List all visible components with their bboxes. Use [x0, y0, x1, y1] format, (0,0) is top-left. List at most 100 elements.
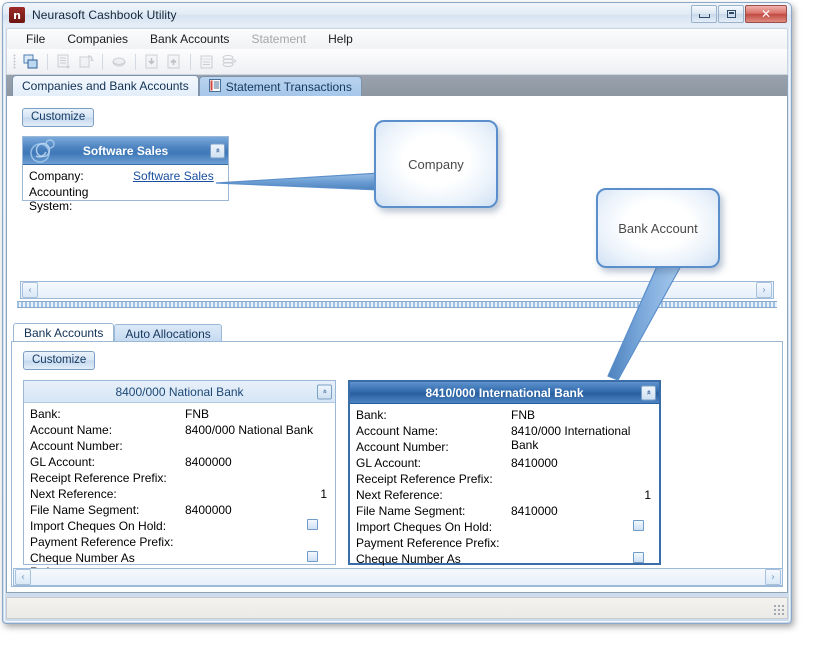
status-bar — [6, 597, 788, 619]
field-value: 8400000 — [185, 455, 329, 469]
field-value: 8410000 — [511, 504, 653, 518]
menu-companies[interactable]: Companies — [56, 30, 139, 48]
field-label: Import Cheques On Hold: — [356, 520, 511, 534]
scroll-right-button[interactable]: › — [765, 569, 781, 585]
company-collapse-button[interactable]: « — [210, 143, 225, 158]
bank-account-card-body: Bank: FNB Account Name: 8410/000 Interna… — [350, 404, 659, 573]
tab-statement-transactions[interactable]: Statement Transactions — [199, 76, 362, 96]
field-label: File Name Segment: — [356, 504, 511, 518]
field-label: Bank: — [356, 408, 511, 422]
company-card[interactable]: Software Sales « Company: Software Sales… — [22, 136, 229, 201]
menu-bar: File Companies Bank Accounts Statement H… — [6, 28, 788, 50]
window-title: Neurasoft Cashbook Utility — [32, 8, 177, 22]
cheque-number-as-reference-checkbox[interactable] — [633, 552, 644, 563]
menu-help[interactable]: Help — [317, 30, 364, 48]
chevron-up-icon: « — [213, 148, 221, 153]
field-row-cheque-number-as-reference: Cheque Number As Reference: — [30, 551, 329, 567]
field-label: Company: — [29, 169, 133, 183]
scroll-right-button[interactable]: › — [756, 282, 772, 298]
field-label: Account Name: — [356, 424, 511, 438]
field-row-gl-account: GL Account: 8410000 — [356, 456, 653, 472]
toolbar-grip[interactable] — [13, 54, 16, 69]
close-icon: ✕ — [761, 7, 771, 21]
sub-tab-auto-allocations[interactable]: Auto Allocations — [114, 324, 221, 342]
bank-account-card-international[interactable]: 8410/000 International Bank « Bank: FNB … — [348, 380, 661, 565]
company-name-link[interactable]: Software Sales — [133, 169, 222, 183]
company-callout-label: Company — [408, 157, 464, 172]
field-row-file-name-segment: File Name Segment: 8410000 — [356, 504, 653, 520]
bank-accounts-horizontal-scrollbar[interactable]: ‹ › — [13, 568, 783, 586]
field-row-payment-reference-prefix: Payment Reference Prefix: — [30, 535, 329, 551]
field-label: Receipt Reference Prefix: — [356, 472, 511, 486]
companies-customize-button[interactable]: Customize — [22, 108, 94, 127]
copy-company-icon — [75, 51, 97, 73]
bank-account-collapse-button[interactable]: « — [641, 385, 656, 400]
document-lines-icon — [209, 79, 221, 95]
minimize-icon — [699, 14, 710, 18]
menu-file[interactable]: File — [15, 30, 56, 48]
maximize-icon — [727, 10, 736, 18]
export-statement-icon — [163, 51, 185, 73]
bank-customize-button[interactable]: Customize — [23, 351, 95, 370]
bank-account-card-header: 8410/000 International Bank « — [350, 382, 659, 404]
bank-account-collapse-button[interactable]: « — [317, 384, 332, 399]
field-row-cheque-number-as-reference: Cheque Number As Reference: — [356, 552, 653, 568]
field-label: Payment Reference Prefix: — [356, 536, 511, 550]
toolbar-separator — [135, 54, 136, 70]
import-cheques-on-hold-checkbox[interactable] — [307, 519, 318, 530]
field-row-bank: Bank: FNB — [356, 408, 653, 424]
field-label: Account Number: — [356, 440, 511, 454]
allocations-icon — [218, 51, 240, 73]
companies-customize-row: Customize — [22, 108, 94, 127]
maximize-button[interactable] — [718, 5, 744, 23]
companies-icon[interactable] — [20, 51, 42, 73]
close-button[interactable]: ✕ — [745, 5, 787, 23]
field-value: FNB — [185, 407, 329, 421]
resize-grip[interactable] — [773, 604, 784, 615]
import-statement-icon — [141, 51, 163, 73]
cheque-number-as-reference-checkbox[interactable] — [307, 551, 318, 562]
import-cheques-on-hold-checkbox[interactable] — [633, 520, 644, 531]
field-value: 8400000 — [185, 503, 329, 517]
field-row-account-name: Account Name: 8410/000 International Ban… — [356, 424, 653, 440]
scroll-left-button[interactable]: ‹ — [15, 569, 31, 585]
field-label: File Name Segment: — [30, 503, 185, 517]
field-row-import-cheques-on-hold: Import Cheques On Hold: — [356, 520, 653, 536]
field-row-file-name-segment: File Name Segment: 8400000 — [30, 503, 329, 519]
company-callout-tail — [214, 168, 384, 198]
menu-statement: Statement — [240, 30, 317, 48]
field-row-next-reference: Next Reference: 1 — [356, 488, 653, 504]
field-label: GL Account: — [30, 455, 185, 469]
field-row-account-number: Account Number: — [30, 439, 329, 455]
bank-account-card-national[interactable]: 8400/000 National Bank « Bank: FNB Accou… — [23, 380, 336, 565]
field-value: FNB — [511, 408, 653, 422]
field-row-import-cheques-on-hold: Import Cheques On Hold: — [30, 519, 329, 535]
bank-sub-tab-strip: Bank Accounts Auto Allocations — [13, 323, 222, 342]
field-row-gl-account: GL Account: 8400000 — [30, 455, 329, 471]
tab-label: Statement Transactions — [226, 80, 352, 94]
bank-account-callout: Bank Account — [596, 188, 720, 268]
field-row-receipt-reference-prefix: Receipt Reference Prefix: — [30, 471, 329, 487]
bank-account-icon — [108, 51, 130, 73]
tab-companies-and-bank-accounts[interactable]: Companies and Bank Accounts — [12, 75, 199, 96]
window-controls: ✕ — [691, 5, 787, 23]
company-callout: Company — [374, 120, 498, 208]
field-row-payment-reference-prefix: Payment Reference Prefix: — [356, 536, 653, 552]
scroll-left-button[interactable]: ‹ — [22, 282, 38, 298]
report-icon — [196, 51, 218, 73]
field-value: 1 — [511, 488, 653, 502]
toolbar-separator — [190, 54, 191, 70]
chevron-right-icon: › — [762, 285, 766, 296]
field-label: Receipt Reference Prefix: — [30, 471, 185, 485]
menu-bank-accounts[interactable]: Bank Accounts — [139, 30, 240, 48]
field-label: Account Name: — [30, 423, 185, 437]
sub-tab-bank-accounts[interactable]: Bank Accounts — [13, 323, 114, 342]
bank-account-callout-tail — [600, 262, 710, 382]
toolbar — [6, 49, 788, 75]
field-value: 1 — [185, 487, 329, 501]
minimize-button[interactable] — [691, 5, 717, 23]
sub-tab-label: Bank Accounts — [24, 326, 103, 340]
field-label: GL Account: — [356, 456, 511, 470]
field-value: 8410/000 International Bank — [511, 424, 653, 452]
n-logo-icon: n — [9, 7, 25, 23]
